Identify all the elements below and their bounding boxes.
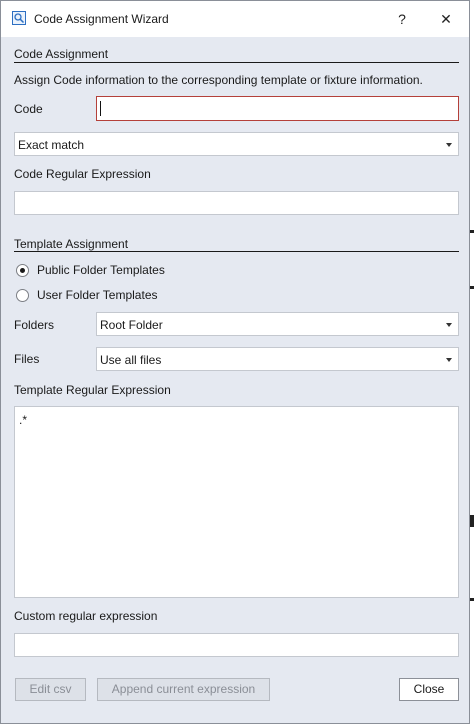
user-folder-label[interactable]: User Folder Templates [37, 288, 158, 302]
custom-regex-input[interactable] [14, 633, 459, 657]
magnifier-icon [12, 11, 26, 25]
match-mode-value: Exact match [18, 138, 85, 152]
folders-label: Folders [14, 318, 55, 332]
edit-csv-button[interactable]: Edit csv [15, 678, 86, 701]
append-expression-button[interactable]: Append current expression [97, 678, 270, 701]
code-assignment-heading: Code Assignment [14, 47, 109, 61]
code-assignment-divider [14, 62, 459, 63]
window-title: Code Assignment Wizard [34, 12, 169, 26]
help-button[interactable]: ? [382, 5, 422, 33]
background-window-edge [470, 515, 474, 527]
template-assignment-divider [14, 251, 459, 252]
code-regex-input[interactable] [14, 191, 459, 215]
files-label: Files [14, 352, 40, 366]
code-assignment-description: Assign Code information to the correspon… [14, 73, 423, 87]
template-assignment-heading: Template Assignment [14, 237, 129, 251]
close-button[interactable]: Close [399, 678, 459, 701]
radio-selected-dot [20, 268, 25, 273]
public-folder-radio[interactable] [16, 264, 29, 277]
close-icon: ✕ [440, 11, 452, 27]
code-assignment-dialog: Code Assignment Wizard ? ✕ Code Assignme… [0, 0, 470, 724]
title-bar: Code Assignment Wizard ? ✕ [1, 1, 469, 37]
background-window-edge [470, 230, 474, 233]
code-input[interactable] [96, 96, 459, 121]
match-mode-select[interactable]: Exact match [14, 132, 459, 156]
template-regex-label: Template Regular Expression [14, 383, 171, 397]
files-value: Use all files [100, 353, 162, 367]
code-regex-label: Code Regular Expression [14, 167, 151, 181]
chevron-down-icon [446, 323, 452, 327]
custom-regex-label: Custom regular expression [14, 609, 158, 623]
close-window-button[interactable]: ✕ [426, 5, 466, 33]
public-folder-label[interactable]: Public Folder Templates [37, 263, 165, 277]
template-regex-value: .* [19, 413, 28, 427]
code-label: Code [14, 102, 43, 116]
background-window-edge [470, 598, 474, 601]
text-caret [100, 101, 101, 116]
folders-select[interactable]: Root Folder [96, 312, 459, 336]
template-regex-textarea[interactable]: .* [14, 406, 459, 598]
folders-value: Root Folder [100, 318, 163, 332]
chevron-down-icon [446, 143, 452, 147]
files-select[interactable]: Use all files [96, 347, 459, 371]
chevron-down-icon [446, 358, 452, 362]
user-folder-radio[interactable] [16, 289, 29, 302]
background-window-edge [470, 286, 474, 289]
